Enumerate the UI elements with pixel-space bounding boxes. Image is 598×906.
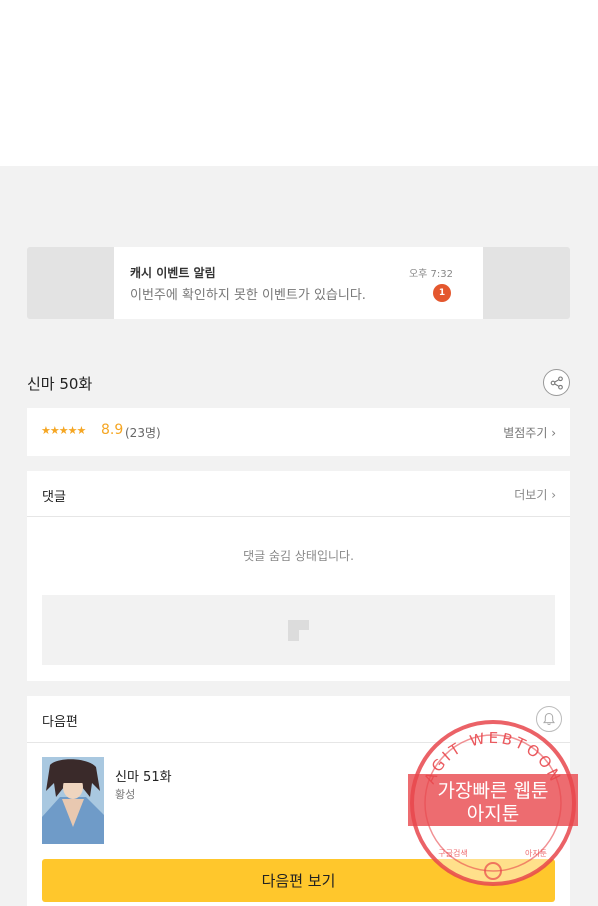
star-rating-icons: ★★★★★	[41, 424, 86, 437]
notification-badge: 1	[433, 284, 451, 302]
comments-section: 댓글 더보기 › 댓글 숨김 상태입니다.	[27, 471, 570, 681]
notification-title: 캐시 이벤트 알림	[130, 266, 216, 280]
notification-card[interactable]: 캐시 이벤트 알림 이번주에 확인하지 못한 이벤트가 있습니다. 오후 7:3…	[114, 247, 483, 319]
next-episode-author: 황성	[115, 788, 136, 801]
notification-banner[interactable]: 캐시 이벤트 알림 이번주에 확인하지 못한 이벤트가 있습니다. 오후 7:3…	[27, 247, 570, 319]
ad-placeholder[interactable]	[42, 595, 555, 665]
bell-icon	[543, 712, 555, 726]
rating-card: ★★★★★ 8.9 (23명) 별점주기 ›	[27, 408, 570, 456]
next-episode-section: 다음편 신마 51화 황성 다음편 보기	[27, 696, 570, 906]
share-icon	[550, 375, 563, 390]
comments-hidden-message: 댓글 숨김 상태입니다.	[243, 549, 354, 563]
next-episode-thumbnail[interactable]	[42, 757, 104, 844]
rate-button[interactable]: 별점주기 ›	[503, 424, 556, 441]
notify-button[interactable]	[536, 706, 562, 732]
comments-header: 댓글 더보기 ›	[27, 471, 570, 517]
comments-title: 댓글	[42, 490, 66, 505]
top-blank-area	[0, 0, 598, 166]
rating-count: (23명)	[125, 426, 161, 440]
next-episode-title[interactable]: 신마 51화	[115, 766, 172, 785]
next-episode-header: 다음편	[27, 696, 570, 743]
notification-time: 오후 7:32	[408, 269, 453, 280]
placeholder-image-icon	[288, 620, 309, 641]
comments-more-link[interactable]: 더보기 ›	[514, 486, 556, 503]
notification-body: 이번주에 확인하지 못한 이벤트가 있습니다.	[130, 288, 366, 303]
rating-score: 8.9	[101, 422, 124, 438]
share-button[interactable]	[543, 369, 570, 396]
view-next-episode-button[interactable]: 다음편 보기	[42, 859, 555, 902]
episode-title: 신마 50화	[27, 375, 93, 393]
next-episode-section-title: 다음편	[42, 715, 78, 730]
